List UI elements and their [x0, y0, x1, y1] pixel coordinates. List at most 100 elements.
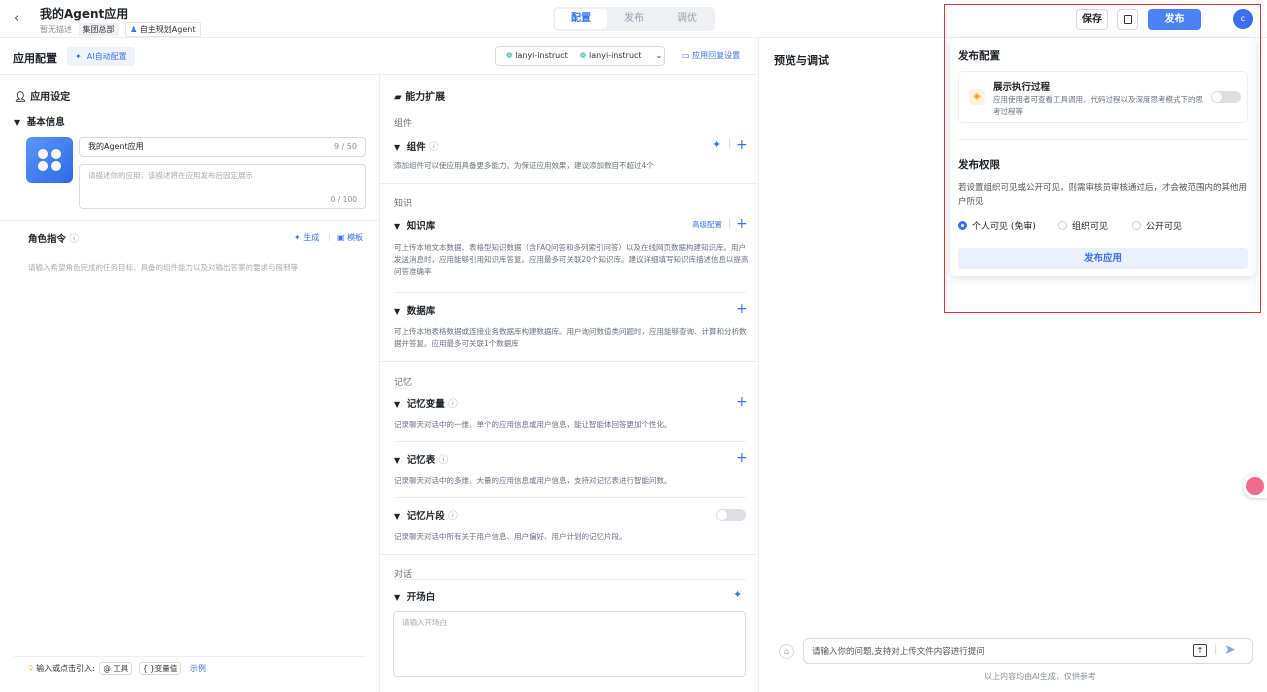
role-label: 角色指令 — [28, 234, 67, 245]
kb-advanced-link[interactable]: 高级配置 — [692, 219, 722, 230]
app-settings-heading: 👤︎ 应用设定 — [14, 88, 70, 103]
help-icon[interactable]: ⓘ — [439, 455, 449, 466]
separator: | — [728, 138, 732, 149]
help-icon[interactable]: ⓘ — [448, 511, 458, 522]
clear-icon[interactable]: ⌂ — [779, 644, 794, 659]
ai-config-label: AI自动配置 — [86, 52, 127, 61]
opening-input[interactable]: 请输入开场白 — [393, 611, 746, 677]
insert-hint: 输入或点击引入: — [36, 664, 95, 673]
assistant-icon — [1246, 477, 1264, 495]
divider — [14, 656, 366, 657]
logo-petal — [38, 161, 48, 171]
panel-title: 应用配置 — [13, 52, 57, 65]
caret-down-icon: ▼ — [394, 456, 401, 465]
group-knowledge: 知识 — [394, 199, 413, 209]
template-label: 模板 — [347, 233, 364, 242]
column-divider — [379, 75, 380, 692]
agent-icon: ♟ — [130, 25, 138, 34]
help-icon[interactable]: ⓘ — [69, 234, 79, 245]
help-icon[interactable]: ⓘ — [448, 399, 458, 410]
insert-tool-chip[interactable]: @ 工具 — [99, 662, 133, 675]
upload-icon[interactable]: ↑ — [1193, 644, 1207, 657]
logo-petal — [51, 161, 61, 171]
model-label: lanyi-instruct — [515, 51, 568, 60]
mem-var-hint: 记录聊天对话中的一维、单个的应用信息或用户信息，能让智能体回答更加个性化。 — [394, 420, 672, 429]
chat-input[interactable]: 请输入你的问题,支持对上传文件内容进行提问 ↑ | ➤ — [803, 638, 1253, 664]
app-title: 我的Agent应用 — [40, 7, 129, 21]
divider — [380, 554, 758, 555]
send-icon[interactable]: ➤ — [1224, 642, 1236, 658]
mem-frag-heading[interactable]: ▼ 记忆片段 ⓘ — [394, 508, 458, 522]
app-desc-count: 0 / 100 — [330, 195, 357, 204]
reply-setting-link[interactable]: ▭ 应用回复设置 — [682, 50, 740, 61]
basic-info-label: 基本信息 — [26, 117, 65, 128]
opening-ai-icon[interactable]: ✦ — [733, 588, 742, 601]
floating-assistant[interactable] — [1243, 474, 1267, 498]
ext-label: 能力扩展 — [405, 92, 446, 103]
opening-heading[interactable]: ▼ 开场白 — [394, 589, 435, 603]
db-hint: 可上传本地表格数据或连接业务数据库构建数据库。用户询问数值类问题时，应用能够查询… — [394, 327, 747, 348]
template-button[interactable]: ▣ 模板 — [337, 232, 363, 243]
ext-icon: ▰ — [394, 92, 402, 103]
tab-config[interactable]: 配置 — [555, 9, 607, 29]
insert-var-chip[interactable]: { }变量值 — [138, 662, 182, 675]
preview-title: 预览与调试 — [774, 54, 829, 67]
separator: | — [1214, 644, 1218, 655]
bulb-icon: 💡︎ — [28, 664, 34, 673]
back-icon[interactable]: ‹ — [14, 12, 28, 26]
app-name-input[interactable]: 我的Agent应用 9 / 50 — [79, 137, 366, 157]
component-label: 组件 — [406, 142, 426, 153]
app-desc-input[interactable]: 请描述你的应用，该描述将在应用发布后固定展示 0 / 100 — [79, 164, 366, 209]
sparkle-icon: ✦ — [294, 233, 301, 242]
logo-petal — [51, 149, 61, 159]
component-heading[interactable]: ▼ 组件 ⓘ — [394, 139, 439, 153]
add-db-button[interactable]: + — [736, 302, 748, 316]
role-heading: 角色指令 ⓘ — [28, 231, 79, 245]
divider — [394, 497, 746, 498]
basic-info-heading[interactable]: ▼ 基本信息 — [14, 114, 65, 128]
app-logo[interactable] — [26, 137, 73, 183]
example-link[interactable]: 示例 — [190, 664, 206, 673]
mem-frag-label: 记忆片段 — [406, 511, 445, 522]
chevron-down-icon: ⌄ — [655, 51, 663, 60]
caret-down-icon: ▼ — [394, 400, 401, 409]
mem-frag-hint: 记录聊天对话中所有关于用户信息、用户偏好、用户计划的记忆片段。 — [394, 532, 627, 541]
add-mem-var-button[interactable]: + — [736, 395, 748, 409]
caret-down-icon: ▼ — [394, 307, 401, 316]
mem-frag-toggle[interactable] — [716, 509, 746, 521]
caret-down-icon: ▼ — [14, 118, 21, 127]
sparkle-icon: ✦ — [75, 52, 82, 61]
add-kb-button[interactable]: + — [736, 217, 748, 231]
mem-table-heading[interactable]: ▼ 记忆表 ⓘ — [394, 452, 448, 466]
model-select[interactable]: ❁ lanyi-instruct ❁ lanyi-instruct ⌄ — [495, 46, 665, 66]
reply-setting-label: 应用回复设置 — [692, 51, 741, 60]
tab-tune[interactable]: 调优 — [661, 9, 713, 29]
model-icon: ❁ — [506, 51, 513, 60]
user-icon: 👤︎ — [14, 92, 27, 103]
divider — [394, 579, 746, 580]
mem-var-label: 记忆变量 — [406, 399, 445, 410]
caret-down-icon: ▼ — [394, 512, 401, 521]
mem-var-heading[interactable]: ▼ 记忆变量 ⓘ — [394, 396, 458, 410]
role-input[interactable]: 请输入希望角色完成的任务目标、具备的组件能力以及对输出答案的要求与限制等 — [28, 262, 298, 274]
kb-heading[interactable]: ▼ 知识库 — [394, 218, 435, 232]
app-name-count: 9 / 50 — [333, 142, 357, 151]
kb-hint: 可上传本地文本数据、表格型知识数据（含FAQ问答和多列索引问答）以及在线网页数据… — [394, 243, 749, 276]
ai-config-button[interactable]: ✦ AI自动配置 — [67, 47, 135, 66]
app-name-value: 我的Agent应用 — [88, 142, 144, 151]
panel-divider — [758, 38, 759, 692]
db-heading[interactable]: ▼ 数据库 — [394, 303, 435, 317]
app-settings-label: 应用设定 — [30, 92, 71, 103]
help-icon[interactable]: ⓘ — [429, 142, 439, 153]
opening-label: 开场白 — [406, 592, 436, 603]
app-desc-placeholder: 请描述你的应用，该描述将在应用发布后固定展示 — [88, 171, 253, 180]
ext-heading: ▰ 能力扩展 — [394, 88, 445, 103]
divider — [394, 292, 746, 293]
component-ai-icon[interactable]: ✦ — [712, 138, 721, 151]
tab-publish[interactable]: 发布 — [608, 9, 660, 29]
agent-type-tag: ♟ 自主规划Agent — [125, 22, 201, 37]
opening-placeholder: 请输入开场白 — [402, 618, 447, 627]
add-component-button[interactable]: + — [736, 138, 748, 152]
add-mem-table-button[interactable]: + — [736, 451, 748, 465]
generate-button[interactable]: ✦ 生成 — [294, 232, 319, 243]
